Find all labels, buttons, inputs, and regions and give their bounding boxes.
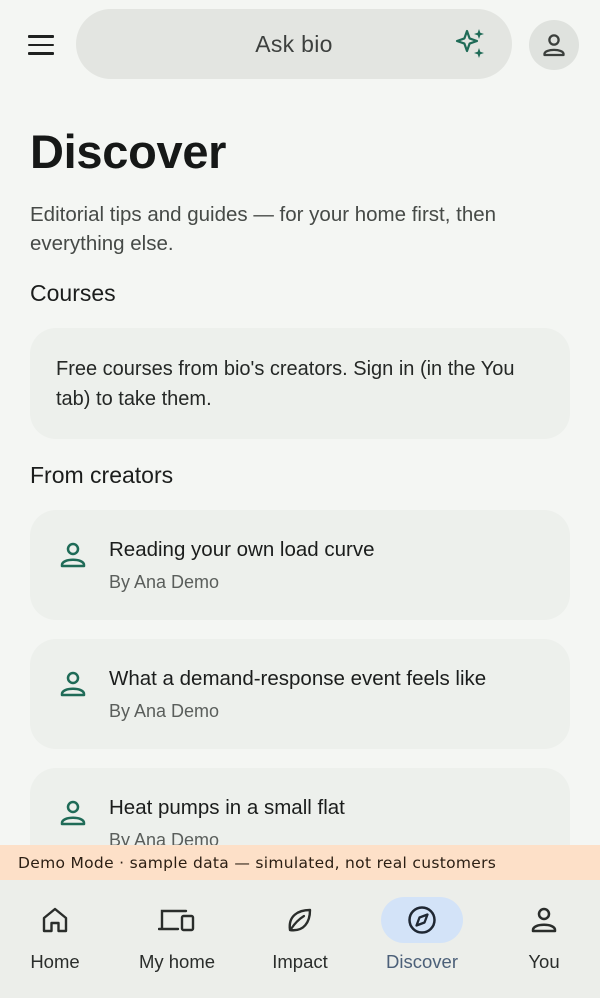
nav-item-you[interactable]: You <box>484 880 600 998</box>
article-card[interactable]: What a demand-response event feels like … <box>30 639 570 749</box>
search-label: Ask bio <box>255 30 333 57</box>
nav-indicator-active <box>381 897 463 943</box>
article-author: By Ana Demo <box>109 701 220 721</box>
sparkle-icon[interactable] <box>454 27 488 61</box>
nav-item-impact[interactable]: Impact <box>240 880 360 998</box>
person-icon <box>531 907 557 933</box>
leaf-icon <box>288 908 312 932</box>
article-author: By Ana Demo <box>109 572 220 592</box>
menu-icon-line <box>28 52 54 55</box>
article-title: What a demand-response event feels like <box>109 667 487 690</box>
menu-button[interactable] <box>22 30 60 60</box>
creators-heading: From creators <box>30 462 174 488</box>
person-icon <box>543 34 565 57</box>
discover-screen: Ask bio Discover Editorial tips and guid… <box>0 0 600 998</box>
demo-mode-banner: Demo Mode · sample data — simulated, not… <box>0 845 600 880</box>
nav-item-discover[interactable]: Discover <box>362 880 482 998</box>
person-icon <box>60 800 86 826</box>
account-button[interactable] <box>529 20 579 70</box>
home-icon <box>42 907 68 933</box>
article-card[interactable]: Reading your own load curve By Ana Demo <box>30 510 570 620</box>
nav-label: My home <box>138 951 216 972</box>
article-title: Heat pumps in a small flat <box>109 796 345 819</box>
person-icon <box>60 671 86 697</box>
page-title: Discover <box>30 125 227 178</box>
menu-icon-line <box>28 43 54 47</box>
devices-icon <box>158 909 195 932</box>
nav-indicator <box>136 897 218 943</box>
ask-bio-search[interactable]: Ask bio <box>76 9 512 79</box>
courses-info-card: Free courses from bio's creators. Sign i… <box>30 328 570 439</box>
nav-item-my-home[interactable]: My home <box>117 880 237 998</box>
bottom-navigation: Home My home Impact Discover You <box>0 880 600 998</box>
compass-icon <box>408 906 436 934</box>
page-subtitle: Editorial tips and guides — for your hom… <box>30 203 497 255</box>
person-icon <box>60 542 86 568</box>
nav-label: Discover <box>386 951 458 972</box>
menu-icon-line <box>28 35 54 38</box>
nav-indicator <box>503 897 585 943</box>
nav-item-home[interactable]: Home <box>0 880 115 998</box>
nav-label: Impact <box>272 951 328 972</box>
courses-heading: Courses <box>30 280 116 306</box>
article-title: Reading your own load curve <box>109 538 375 561</box>
nav-label: You <box>528 951 560 972</box>
nav-label: Home <box>30 951 80 972</box>
nav-indicator <box>14 897 96 943</box>
nav-indicator <box>259 897 341 943</box>
